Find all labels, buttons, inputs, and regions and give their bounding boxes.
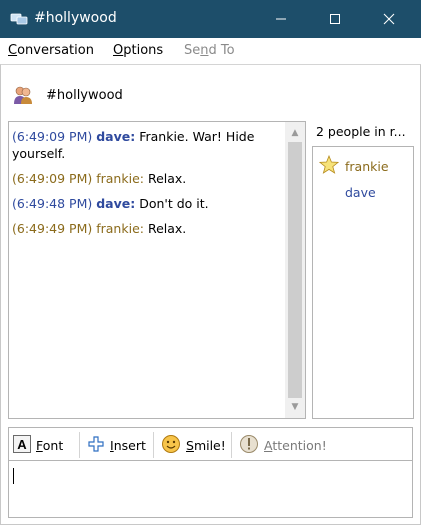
- chat-window-icon: [10, 11, 28, 27]
- maximize-button[interactable]: [312, 0, 358, 38]
- people-icon: [12, 85, 34, 105]
- message-text: Relax.: [143, 171, 187, 186]
- chat-message: (6:49:49 PM) frankie: Relax.: [12, 220, 282, 237]
- chat-message: (6:49:09 PM) frankie: Relax.: [12, 170, 282, 187]
- message-input[interactable]: [8, 461, 413, 518]
- user-name: frankie: [345, 159, 389, 174]
- plus-icon: [87, 435, 105, 456]
- menu-options[interactable]: Options: [113, 43, 163, 58]
- message-text: Relax.: [143, 221, 187, 236]
- formatting-toolbar: A Font Insert Smile! Attention!: [8, 427, 413, 461]
- chat-message: (6:49:09 PM) dave: Frankie. War! Hide yo…: [12, 128, 282, 162]
- scroll-thumb[interactable]: [288, 142, 302, 398]
- menu-conversation[interactable]: Conversation: [8, 43, 94, 58]
- attention-icon: [239, 434, 259, 457]
- message-nick: dave:: [96, 196, 136, 211]
- user-item[interactable]: frankie: [318, 154, 389, 178]
- chat-history[interactable]: (6:49:09 PM) dave: Frankie. War! Hide yo…: [8, 121, 306, 419]
- insert-label: Insert: [110, 437, 146, 453]
- message-timestamp: (6:49:09 PM): [12, 129, 93, 144]
- font-icon: A: [13, 434, 31, 456]
- message-timestamp: (6:49:09 PM): [12, 171, 93, 186]
- message-nick: dave:: [96, 129, 136, 144]
- toolbar-divider: [79, 432, 80, 458]
- minimize-button[interactable]: [258, 0, 304, 38]
- close-button[interactable]: [366, 0, 412, 38]
- scroll-up-icon[interactable]: ▲: [285, 124, 305, 142]
- scroll-down-icon[interactable]: ▼: [285, 398, 305, 416]
- toolbar-divider: [153, 432, 154, 458]
- message-timestamp: (6:49:48 PM): [12, 196, 93, 211]
- message-timestamp: (6:49:49 PM): [12, 221, 93, 236]
- text-caret: [13, 468, 14, 484]
- menu-send-to[interactable]: Send To: [184, 43, 235, 58]
- chat-message: (6:49:48 PM) dave: Don't do it.: [12, 195, 282, 212]
- chat-scrollbar[interactable]: ▲ ▼: [285, 122, 305, 418]
- room-name: #hollywood: [46, 87, 123, 103]
- smile-button[interactable]: Smile!: [161, 434, 226, 456]
- attention-label: Attention!: [264, 437, 327, 453]
- message-text: Don't do it.: [135, 196, 209, 211]
- user-list[interactable]: frankie dave: [312, 146, 414, 419]
- op-star-icon: [318, 154, 340, 178]
- user-name: dave: [345, 185, 376, 200]
- font-label: Font: [36, 437, 64, 453]
- message-nick: frankie:: [96, 171, 144, 186]
- smile-label: Smile!: [186, 437, 226, 453]
- insert-button[interactable]: Insert: [87, 434, 146, 456]
- people-count: 2 people in r...: [316, 124, 406, 139]
- user-item[interactable]: dave: [345, 185, 376, 200]
- menu-bar: Conversation Options Send To: [0, 38, 421, 64]
- window-titlebar: #hollywood: [0, 0, 421, 38]
- room-header: #hollywood: [12, 84, 123, 106]
- font-button[interactable]: A Font: [13, 434, 63, 456]
- attention-button[interactable]: Attention!: [239, 434, 327, 456]
- smiley-icon: [161, 434, 181, 457]
- toolbar-divider: [231, 432, 232, 458]
- message-nick: frankie:: [96, 221, 144, 236]
- svg-text:A: A: [17, 437, 27, 452]
- window-title: #hollywood: [34, 10, 117, 26]
